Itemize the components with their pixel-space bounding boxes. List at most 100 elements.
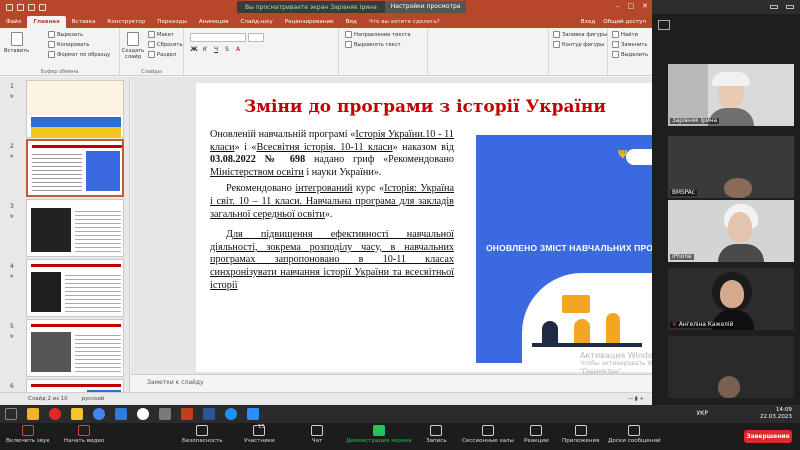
share-status-text: Вы просматриваете экран Зарівняк Ірина [245, 3, 377, 11]
word-icon[interactable] [203, 408, 215, 420]
slide-text-box[interactable]: Оновленій навчальній програмі «Історія У… [210, 129, 454, 296]
slide-notes[interactable]: Заметки к слайду [131, 374, 652, 392]
font-family-select[interactable] [190, 33, 246, 42]
slides-group: Создать слайд Макет Сбросить Раздел Слай… [120, 28, 184, 76]
slide-thumbnail[interactable] [26, 379, 124, 392]
slideshow-icon[interactable] [39, 3, 46, 11]
text-direction-button[interactable]: Направление текста [345, 31, 411, 38]
replace-button[interactable]: Заменить [612, 41, 647, 48]
save-icon[interactable] [6, 3, 13, 11]
paste-button[interactable]: Вставить [4, 32, 29, 54]
cut-button[interactable]: Вырезать [48, 31, 83, 38]
app-icon[interactable] [159, 408, 171, 420]
shape-outline-button[interactable]: Контур фигуры [553, 41, 604, 48]
apps-button[interactable]: Приложения [562, 425, 600, 444]
minimize-icon[interactable] [770, 5, 778, 9]
tab-home[interactable]: Главная [27, 16, 66, 28]
start-icon[interactable] [5, 408, 17, 420]
reactions-button[interactable]: Реакции [524, 425, 549, 444]
text-run: курс « [352, 183, 385, 195]
zoom-icon[interactable] [247, 408, 259, 420]
close-icon[interactable]: ✕ [642, 2, 648, 10]
section-button[interactable]: Раздел [148, 51, 176, 58]
maximize-icon[interactable] [786, 5, 794, 9]
underline-icon[interactable]: Ч [212, 46, 220, 53]
tab-review[interactable]: Рецензирование [279, 16, 340, 28]
slide-title[interactable]: Зміни до програми з історії України [196, 97, 652, 117]
video-tile[interactable]: BMSPAc [668, 136, 794, 198]
reset-button[interactable]: Сбросить [148, 41, 183, 48]
format-painter-button[interactable]: Формат по образцу [48, 51, 110, 58]
select-button[interactable]: Выделить [612, 51, 648, 58]
paragraph-group: Направление текста Выровнять текст [338, 28, 428, 76]
copy-button[interactable]: Копировать [48, 41, 89, 48]
slide-thumbnail[interactable] [26, 259, 124, 317]
share-button[interactable]: Общий доступ [603, 16, 646, 28]
font-color-icon[interactable]: A [234, 46, 242, 53]
whiteboard-icon [628, 425, 641, 436]
layout-button[interactable]: Макет [148, 31, 174, 38]
gallery-view-icon[interactable] [658, 20, 670, 30]
video-tile[interactable]: iPhone [668, 200, 794, 262]
tab-transitions[interactable]: Переходы [151, 16, 193, 28]
tab-design[interactable]: Конструктор [101, 16, 151, 28]
tab-file[interactable]: Файл [0, 16, 27, 28]
shape-fill-button[interactable]: Заливка фигуры [553, 31, 607, 38]
video-tile[interactable]: Зарівняк Ірина [668, 64, 794, 126]
end-meeting-button[interactable]: Завершение [744, 430, 792, 443]
whiteboards-button[interactable]: Доски сообщений [608, 425, 661, 444]
tab-animations[interactable]: Анимация [193, 16, 235, 28]
language-indicator[interactable]: русский [82, 396, 105, 402]
undo-icon[interactable] [17, 3, 24, 11]
section-icon [148, 51, 155, 58]
current-slide[interactable]: Зміни до програми з історії України Онов… [196, 83, 652, 372]
maximize-icon[interactable]: □ [628, 2, 635, 10]
powerpoint-icon[interactable] [181, 408, 193, 420]
unmute-audio-button[interactable]: Включить звук [6, 425, 50, 444]
align-text-button[interactable]: Выровнять текст [345, 41, 401, 48]
video-tile[interactable]: ✕ Ангеліна Кажелій [668, 268, 794, 330]
slide-thumbnail[interactable] [26, 319, 124, 377]
font-size-select[interactable] [248, 33, 264, 42]
security-button[interactable]: Безопасность [182, 425, 223, 444]
start-video-button[interactable]: Начать видео [64, 425, 104, 444]
breakout-rooms-button[interactable]: Сессионные залы [462, 425, 514, 444]
chat-button[interactable]: Чат [311, 425, 323, 444]
slide-thumbnail[interactable] [26, 199, 124, 257]
participants-button[interactable]: 15 Участники [244, 424, 275, 444]
telegram-icon[interactable] [115, 408, 127, 420]
bold-icon[interactable]: Ж [190, 46, 198, 53]
yandex-icon[interactable] [137, 408, 149, 420]
cut-label: Вырезать [57, 31, 84, 38]
slide-thumbnail-pane[interactable]: 1 ★ 2 ★ 3 ★ 4 ★ 5 ★ 6 [0, 77, 130, 392]
tab-slideshow[interactable]: Слайд-шоу [235, 16, 279, 28]
italic-icon[interactable]: К [201, 46, 209, 53]
participant-name: iPhone [670, 254, 694, 260]
new-slide-button[interactable]: Создать слайд [122, 32, 144, 60]
minimize-icon[interactable]: – [616, 2, 620, 10]
slide-thumbnail[interactable] [26, 80, 124, 138]
zoom-slider[interactable]: — ▮ + [628, 396, 652, 402]
folder-icon[interactable] [71, 408, 83, 420]
view-options-button[interactable]: Настройки просмотра [384, 1, 467, 13]
share-screen-button[interactable]: Демонстрация экрана [346, 425, 412, 444]
keyboard-language[interactable]: УКР [696, 410, 708, 417]
sign-in-link[interactable]: Вход [581, 16, 595, 28]
edge-icon[interactable] [225, 408, 237, 420]
opera-icon[interactable] [49, 408, 61, 420]
tab-insert[interactable]: Вставка [66, 16, 102, 28]
slide-editing-area[interactable]: Зміни до програми з історії України Онов… [131, 77, 652, 374]
record-button[interactable]: Запись [426, 425, 447, 444]
slide-thumbnail-active[interactable] [26, 139, 124, 197]
layout-label: Макет [157, 31, 175, 38]
chrome-icon[interactable] [93, 408, 105, 420]
system-clock[interactable]: 14:09 22.03.2023 [760, 407, 792, 421]
find-button[interactable]: Найти [612, 31, 638, 38]
tell-me-search[interactable]: Что вы хотите сделать? [363, 16, 446, 28]
strikethrough-icon[interactable]: S [223, 46, 231, 53]
drawing-group: Заливка фигуры Контур фигуры [548, 28, 608, 76]
tab-view[interactable]: Вид [340, 16, 363, 28]
redo-icon[interactable] [28, 3, 35, 11]
file-explorer-icon[interactable] [27, 408, 39, 420]
video-tile[interactable] [668, 336, 794, 398]
